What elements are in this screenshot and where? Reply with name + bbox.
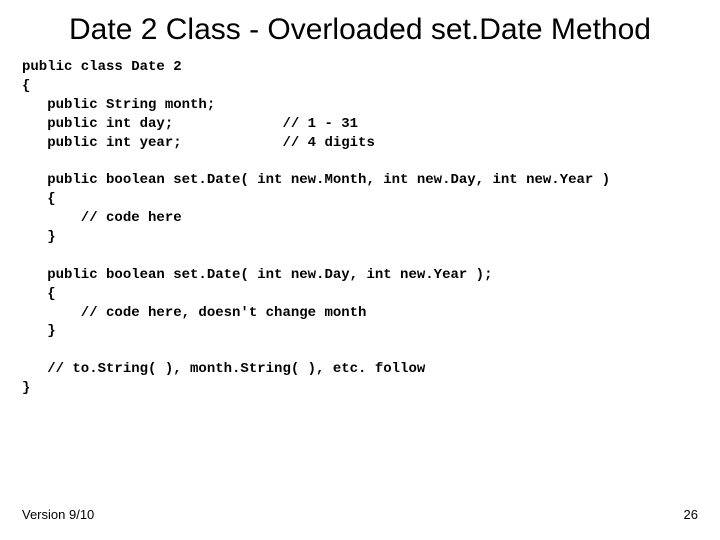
version-label: Version 9/10 xyxy=(22,507,94,522)
page-number: 26 xyxy=(684,507,698,522)
slide-title: Date 2 Class - Overloaded set.Date Metho… xyxy=(0,0,720,48)
code-block: public class Date 2 { public String mont… xyxy=(0,48,720,398)
slide-footer: Version 9/10 26 xyxy=(22,507,698,522)
